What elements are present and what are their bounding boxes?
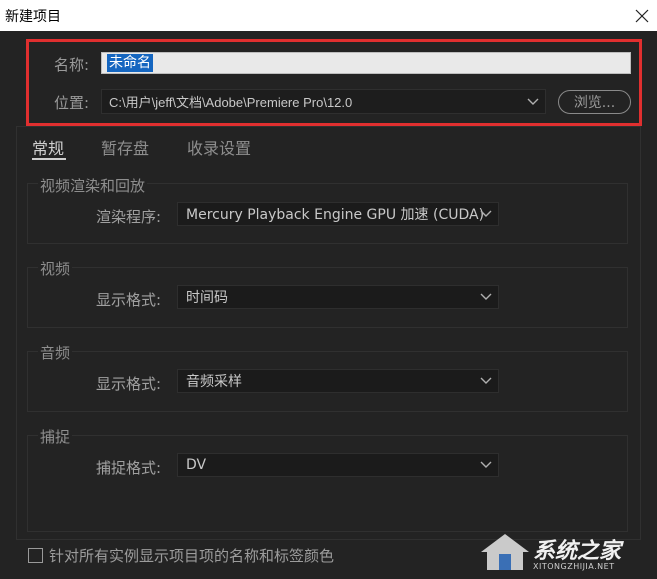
chevron-down-icon (480, 293, 492, 300)
capture-group (27, 435, 628, 532)
renderer-select[interactable]: Mercury Playback Engine GPU 加速 (CUDA) (177, 202, 499, 226)
name-label: 名称: (54, 56, 90, 74)
browse-button-label: 浏览... (573, 95, 616, 111)
watermark-url: XITONGZHIJIA.NET (533, 562, 615, 571)
video-display-format-label: 显示格式: (96, 291, 162, 309)
location-value: C:\用户\jeff\文档\Adobe\Premiere Pro\12.0 (109, 95, 353, 110)
browse-button[interactable]: 浏览... (558, 90, 631, 114)
capture-format-value: DV (186, 457, 207, 473)
audio-group-title: 音频 (38, 342, 73, 363)
watermark-brand: 系统之家 (533, 539, 622, 564)
active-tab-indicator (32, 158, 66, 160)
renderer-value: Mercury Playback Engine GPU 加速 (CUDA) (186, 207, 485, 223)
render-group-title: 视频渲染和回放 (38, 175, 148, 196)
chevron-down-icon (480, 210, 492, 217)
house-logo-icon (481, 534, 529, 570)
audio-display-format-value: 音频采样 (186, 374, 242, 390)
tab-general[interactable]: 常规 (32, 135, 64, 159)
location-label: 位置: (54, 94, 90, 112)
show-label-colors-option[interactable]: 针对所有实例显示项目项的名称和标签颜色 (28, 545, 334, 566)
chevron-down-icon (527, 98, 539, 105)
title-bar: 新建项目 (0, 0, 657, 31)
capture-format-label: 捕捉格式: (96, 459, 162, 477)
capture-group-title: 捕捉 (38, 426, 73, 447)
audio-display-format-select[interactable]: 音频采样 (177, 369, 499, 393)
site-watermark: 系统之家 XITONGZHIJIA.NET (471, 529, 651, 575)
video-display-format-select[interactable]: 时间码 (177, 285, 499, 309)
window-title: 新建项目 (5, 9, 61, 25)
show-label-colors-checkbox[interactable] (28, 548, 43, 563)
show-label-colors-label: 针对所有实例显示项目项的名称和标签颜色 (49, 547, 335, 565)
close-button[interactable] (627, 0, 657, 31)
video-group-title: 视频 (38, 258, 73, 279)
chevron-down-icon (480, 377, 492, 384)
location-select[interactable]: C:\用户\jeff\文档\Adobe\Premiere Pro\12.0 (101, 89, 546, 114)
project-name-value: 未命名 (107, 54, 153, 72)
close-icon (635, 9, 649, 22)
video-display-format-value: 时间码 (186, 290, 228, 306)
renderer-label: 渲染程序: (96, 208, 162, 226)
tab-ingest-settings[interactable]: 收录设置 (187, 135, 251, 159)
capture-format-select[interactable]: DV (177, 453, 499, 477)
project-name-input[interactable]: 未命名 (101, 52, 631, 74)
audio-display-format-label: 显示格式: (96, 375, 162, 393)
chevron-down-icon (480, 461, 492, 468)
tab-scratch-disks[interactable]: 暂存盘 (101, 135, 149, 159)
